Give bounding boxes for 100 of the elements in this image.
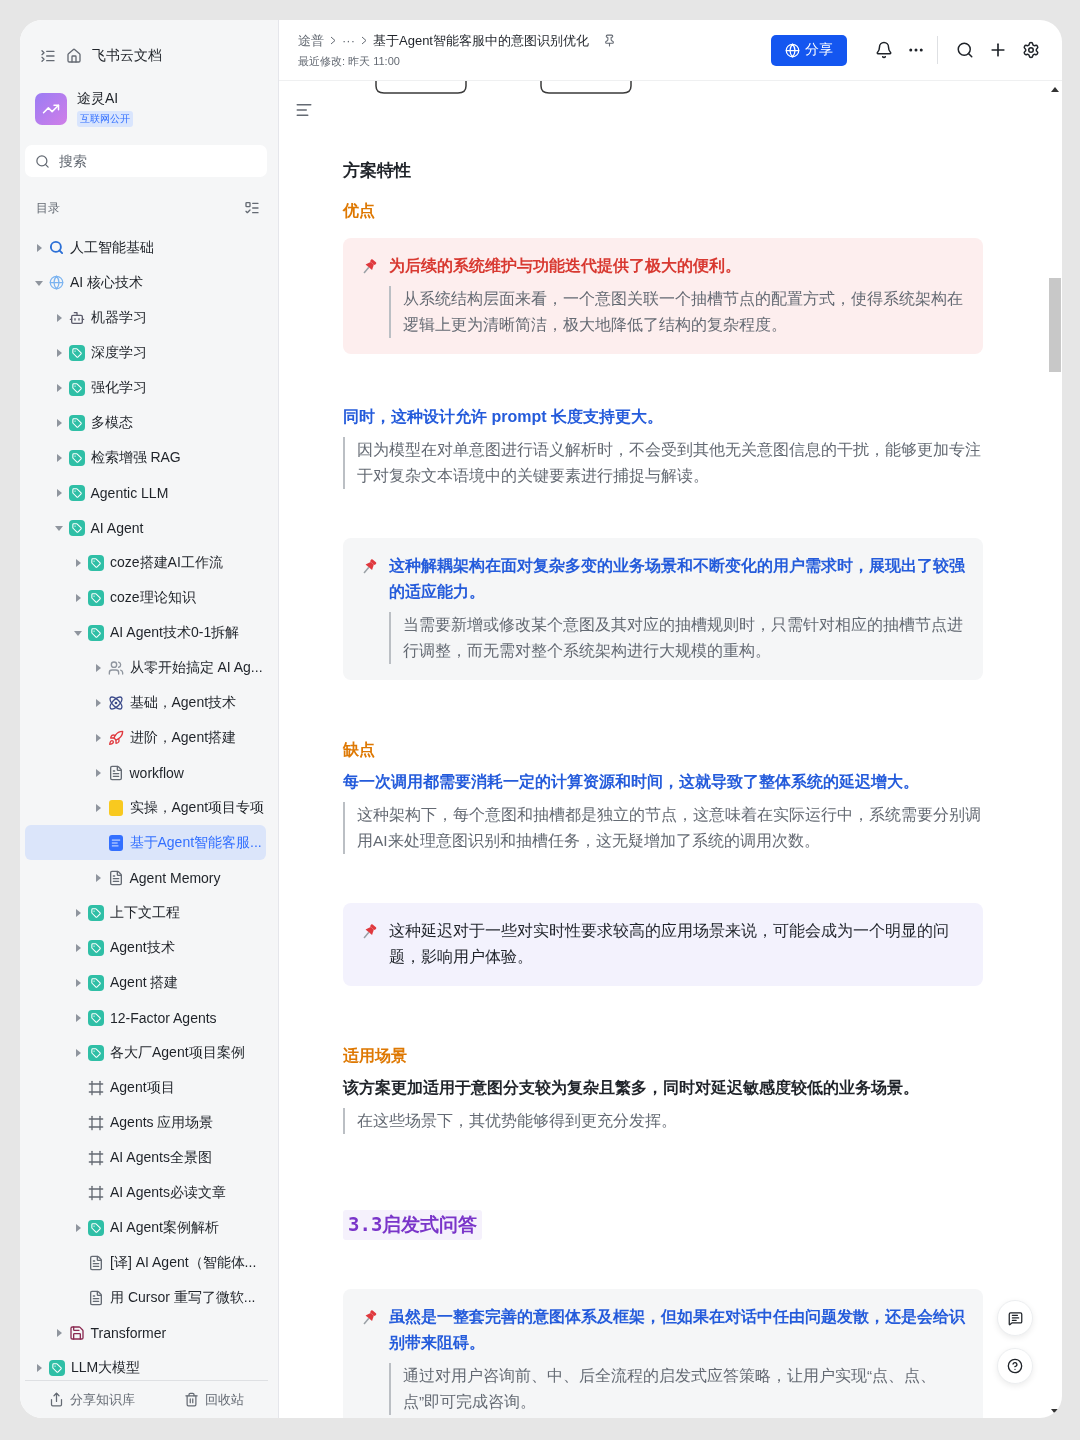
subheading: 优点 [343, 201, 376, 221]
search-field[interactable]: 搜索 [25, 145, 267, 177]
tree-item[interactable]: 实操，Agent项目专项 [25, 790, 266, 825]
share-button[interactable]: 分享 [771, 34, 847, 66]
callout-title: 为后续的系统维护与功能迭代提供了极大的便利。 [389, 256, 742, 276]
scrollbar-thumb[interactable] [1049, 278, 1061, 372]
caret-icon[interactable] [54, 1328, 63, 1337]
tree-item[interactable]: Agent Memory [25, 860, 266, 895]
tree-item[interactable]: Agent项目 [25, 1070, 266, 1105]
caret-icon[interactable] [54, 418, 63, 427]
tree-item[interactable]: 强化学习 [25, 370, 266, 405]
quote-text: 这种架构下，每个意图和抽槽都是独立的节点，这意味着在实际运行中，系统需要分别调用AI来处理意图识别和抽槽任务，这无疑增加了系统的调用次数。 [343, 802, 983, 854]
tree-item[interactable]: 基础，Agent技术 [25, 685, 266, 720]
tree-item[interactable]: 12-Factor Agents [25, 1000, 266, 1035]
tree-item[interactable]: 人工智能基础 [25, 230, 266, 265]
breadcrumb-link[interactable]: 基于Agent智能客服中的意图识别优化 [373, 31, 589, 50]
tag-icon [88, 1044, 104, 1061]
tree-item[interactable]: 各大厂Agent项目案例 [25, 1035, 266, 1070]
tree-item[interactable]: workflow [25, 755, 266, 790]
caret-icon[interactable] [74, 1223, 82, 1232]
tree-item[interactable]: Agent技术 [25, 930, 266, 965]
caret-icon[interactable] [93, 803, 102, 812]
chevron-icon [330, 36, 336, 45]
caret-icon[interactable] [74, 943, 82, 952]
caret-icon[interactable] [54, 313, 63, 322]
scroll-up-icon[interactable] [1051, 87, 1059, 92]
caret-icon[interactable] [54, 348, 63, 357]
tree-item[interactable]: Transformer [25, 1315, 266, 1350]
tree-item[interactable]: 检索增强 RAG [25, 440, 266, 475]
help-button[interactable] [997, 1348, 1033, 1384]
tag-icon [88, 624, 104, 641]
tree-item[interactable]: 深度学习 [25, 335, 266, 370]
tag-icon [68, 519, 85, 536]
tree-item[interactable]: 进阶，Agent搭建 [25, 720, 266, 755]
collapse-sidebar-icon[interactable] [40, 48, 56, 64]
tree-item[interactable]: LLM大模型 [25, 1350, 266, 1380]
footer-button[interactable]: 回收站 [177, 1386, 250, 1413]
tag-icon [88, 554, 104, 571]
tree-item[interactable]: AI Agent案例解析 [25, 1210, 266, 1245]
app-title[interactable]: 飞书云文档 [92, 47, 162, 65]
caret-icon[interactable] [93, 698, 102, 707]
scroll-down-icon[interactable] [1051, 1409, 1059, 1414]
tag-icon [68, 484, 85, 501]
caret-icon[interactable] [54, 488, 63, 497]
caret-icon[interactable] [93, 768, 102, 777]
tree-item[interactable]: 从零开始搞定 AI Ag... [25, 650, 266, 685]
caret-icon[interactable] [74, 558, 82, 567]
tag-icon [68, 344, 85, 361]
tree-item[interactable]: Agentic LLM [25, 475, 266, 510]
caret-icon[interactable] [74, 1048, 82, 1057]
subheading: 缺点 [343, 740, 376, 760]
tree-item[interactable]: [译] AI Agent（智能体... [25, 1245, 266, 1280]
outline-icon[interactable] [295, 101, 313, 119]
tree-item[interactable]: AI Agent [25, 510, 266, 545]
caret-icon[interactable] [54, 453, 63, 462]
tree-item[interactable]: coze搭建AI工作流 [25, 545, 266, 580]
document-icon [108, 834, 123, 851]
caret-icon[interactable] [35, 278, 43, 287]
home-icon[interactable] [66, 48, 82, 64]
tree-item[interactable]: AI Agents全景图 [25, 1140, 266, 1175]
tree-item[interactable]: AI Agents必读文章 [25, 1175, 266, 1210]
caret-icon[interactable] [93, 663, 102, 672]
caret-icon[interactable] [74, 908, 82, 917]
quote-text: 因为模型在对单意图进行语义解析时，不会受到其他无关意图信息的干扰，能够更加专注于对复杂文本语境中的关键要素进行捕捉与解读。 [343, 437, 983, 489]
breadcrumb-link[interactable]: 途普 [298, 31, 324, 50]
caret-icon[interactable] [35, 243, 43, 252]
caret-icon[interactable] [74, 593, 82, 602]
tree-item[interactable]: AI Agent技术0-1拆解 [25, 615, 266, 650]
globe-icon [49, 275, 64, 290]
subheading: 适用场景 [343, 1046, 408, 1066]
tree-item[interactable]: 用 Cursor 重写了微软... [25, 1280, 266, 1315]
caret-icon[interactable] [74, 628, 82, 637]
footer-button[interactable]: 分享知识库 [43, 1386, 142, 1413]
callout-title: 这种延迟对于一些对实时性要求较高的应用场景来说，可能会成为一个明显的问题，影响用户体验。 [389, 921, 950, 967]
tree-item[interactable]: 机器学习 [25, 300, 266, 335]
caret-icon[interactable] [35, 1363, 43, 1372]
robot-icon [68, 309, 85, 326]
tree-item[interactable]: coze理论知识 [25, 580, 266, 615]
tag-icon [88, 589, 104, 606]
caret-icon[interactable] [54, 523, 63, 532]
tree-item[interactable]: AI 核心技术 [25, 265, 266, 300]
list-view-icon[interactable] [244, 200, 260, 216]
caret-icon[interactable] [93, 733, 102, 742]
breadcrumb-link[interactable]: ··· [342, 33, 355, 48]
tree-item[interactable]: 多模态 [25, 405, 266, 440]
tree-item[interactable]: 上下文工程 [25, 895, 266, 930]
caret-icon[interactable] [93, 873, 102, 882]
pushpin-icon [361, 1309, 378, 1326]
magnifier-icon [49, 240, 64, 255]
tag-icon [88, 1219, 104, 1236]
tree-item[interactable]: Agent 搭建 [25, 965, 266, 1000]
comment-icon [1007, 1310, 1023, 1326]
pin-icon[interactable] [603, 34, 616, 47]
document-icon [107, 869, 124, 886]
tree-item[interactable]: Agents 应用场景 [25, 1105, 266, 1140]
caret-icon[interactable] [54, 383, 63, 392]
caret-icon[interactable] [74, 978, 82, 987]
tree-item[interactable]: 基于Agent智能客服... [25, 825, 266, 860]
comment-button[interactable] [997, 1300, 1033, 1336]
caret-icon[interactable] [74, 1013, 82, 1022]
